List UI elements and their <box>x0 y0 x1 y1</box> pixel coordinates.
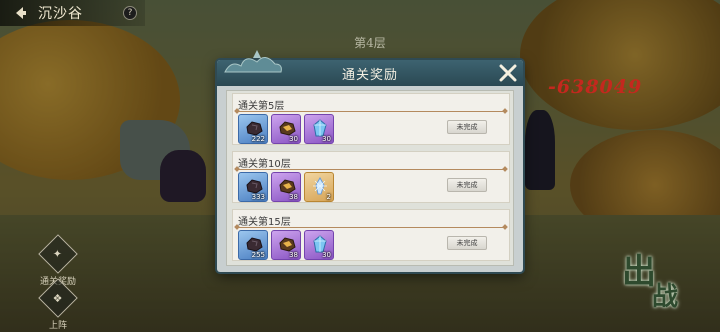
back-arrow-icon <box>16 7 26 19</box>
close-button[interactable] <box>497 62 519 84</box>
formation-button[interactable]: ❖ 上阵 <box>36 278 80 331</box>
item-count: 333 <box>251 193 265 201</box>
rewards-list: 通关第5层 222 30 30 未完成 通关第10层 333 38 2 未完成 … <box>226 90 514 266</box>
claim-status-button[interactable]: 未完成 <box>447 178 487 192</box>
divider <box>237 111 505 112</box>
back-button[interactable] <box>10 3 30 23</box>
floor-banner: 第4层 <box>354 36 386 50</box>
claim-status-button[interactable]: 未完成 <box>447 236 487 250</box>
dialog-header: 通关奖励 <box>217 50 523 86</box>
gold-ore-item[interactable]: 30 <box>271 114 301 144</box>
reward-items: 255 38 30 <box>238 230 334 260</box>
item-count: 30 <box>322 251 331 259</box>
reward-row-title: 通关第5层 <box>238 101 285 112</box>
fight-char-2: 战 <box>652 282 679 312</box>
reward-items: 333 38 2 <box>238 172 334 202</box>
item-count: 30 <box>322 135 331 143</box>
claim-status-button[interactable]: 未完成 <box>447 120 487 134</box>
reward-items: 222 30 30 <box>238 114 334 144</box>
clear-rewards-dialog: 通关奖励 通关第5层 222 30 30 未完成 通关第10层 333 38 2… <box>217 50 523 272</box>
iron-ore-item[interactable]: 255 <box>238 230 268 260</box>
item-count: 38 <box>289 251 298 259</box>
item-count: 2 <box>326 193 331 201</box>
trophy-icon: ✦ <box>38 234 78 274</box>
help-button[interactable]: ? <box>123 6 137 20</box>
crystal-item[interactable]: 30 <box>304 114 334 144</box>
iron-ore-item[interactable]: 222 <box>238 114 268 144</box>
reward-row-title: 通关第15层 <box>238 217 291 228</box>
reward-row-floor-5: 通关第5层 222 30 30 未完成 <box>232 93 510 145</box>
reward-row-title: 通关第10层 <box>238 159 291 170</box>
item-count: 222 <box>251 135 265 143</box>
item-count: 30 <box>289 135 298 143</box>
fight-button[interactable]: 出 战 <box>622 244 692 316</box>
frost-crystal-item[interactable]: 2 <box>304 172 334 202</box>
reward-row-floor-15: 通关第15层 255 38 30 未完成 <box>232 209 510 261</box>
dialog-title: 通关奖励 <box>341 68 398 83</box>
crystal-item[interactable]: 30 <box>304 230 334 260</box>
fight-char-1: 出 <box>622 252 656 292</box>
iron-ore-item[interactable]: 333 <box>238 172 268 202</box>
damage-number: -638049 <box>548 76 643 98</box>
stage-name: 沉沙谷 <box>38 6 83 22</box>
item-count: 255 <box>251 251 265 259</box>
close-icon <box>499 64 517 82</box>
reward-row-floor-10: 通关第10层 333 38 2 未完成 <box>232 151 510 203</box>
divider <box>237 227 505 228</box>
gold-ore-item[interactable]: 38 <box>271 172 301 202</box>
gold-ore-item[interactable]: 38 <box>271 230 301 260</box>
item-count: 38 <box>289 193 298 201</box>
formation-label: 上阵 <box>48 321 67 331</box>
divider <box>237 169 505 170</box>
formation-icon: ❖ <box>38 278 78 318</box>
